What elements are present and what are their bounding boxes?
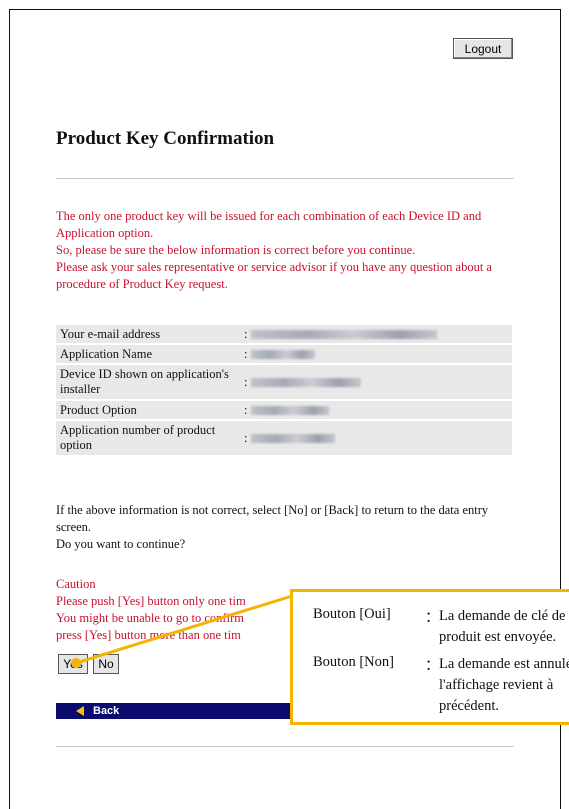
callout-value: La demande de clé de produit est envoyée… (439, 608, 566, 645)
redacted-value (251, 350, 316, 360)
callout-sep: ： (425, 610, 440, 626)
logout-button[interactable]: Logout (453, 38, 513, 59)
question-line-2: Do you want to continue? (56, 537, 186, 551)
row-label: Application Name (56, 345, 242, 363)
table-row: Application number of product option : (56, 421, 512, 455)
notice-line-1: The only one product key will be issued … (56, 209, 482, 240)
callout-key: Bouton [Non] (313, 654, 394, 670)
notice-line-2: So, please be sure the below information… (56, 243, 416, 257)
row-label: Application number of product option (56, 421, 242, 455)
redacted-value (251, 330, 438, 340)
row-value: : (242, 365, 512, 399)
row-value: : (242, 345, 512, 363)
table-row: Application Name : (56, 345, 512, 363)
callout-value: La demande est annulée, l'affichage revi… (439, 656, 569, 714)
info-table: Your e-mail address : Application Name :… (56, 323, 512, 457)
row-label: Your e-mail address (56, 325, 242, 343)
callout-row-no: Bouton [Non] ： La demande est annulée, l… (313, 654, 569, 717)
back-label: Back (93, 705, 120, 717)
explanation-callout: Bouton [Oui] ： La demande de clé de prod… (290, 589, 569, 725)
callout-key: Bouton [Oui] (313, 606, 391, 622)
back-arrow-icon (76, 706, 84, 716)
table-row: Device ID shown on application's install… (56, 365, 512, 399)
page-title: Product Key Confirmation (56, 128, 275, 149)
notice-text: The only one product key will be issued … (56, 208, 518, 293)
caution-line-2: You might be unable to go to confirm (56, 611, 244, 625)
divider-top (56, 178, 514, 179)
notice-line-3: Please ask your sales representative or … (56, 260, 492, 291)
back-button[interactable]: Back (56, 703, 292, 719)
callout-sep: ： (425, 658, 440, 674)
row-label: Product Option (56, 401, 242, 419)
callout-row-yes: Bouton [Oui] ： La demande de clé de prod… (313, 606, 565, 648)
caution-text: Caution Please push [Yes] button only on… (56, 576, 286, 644)
question-text: If the above information is not correct,… (56, 502, 518, 553)
redacted-value (251, 434, 336, 444)
no-button[interactable]: No (93, 654, 119, 674)
caution-line-3: press [Yes] button more than one tim (56, 628, 241, 642)
question-line-1: If the above information is not correct,… (56, 503, 489, 534)
caution-title: Caution (56, 577, 96, 591)
row-value: : (242, 421, 512, 455)
table-row: Product Option : (56, 401, 512, 419)
divider-bottom (56, 746, 514, 747)
row-value: : (242, 325, 512, 343)
redacted-value (251, 378, 362, 388)
row-label: Device ID shown on application's install… (56, 365, 242, 399)
row-value: : (242, 401, 512, 419)
redacted-value (251, 406, 330, 416)
yes-button[interactable]: Yes (58, 654, 88, 674)
table-row: Your e-mail address : (56, 325, 512, 343)
caution-line-1: Please push [Yes] button only one tim (56, 594, 246, 608)
